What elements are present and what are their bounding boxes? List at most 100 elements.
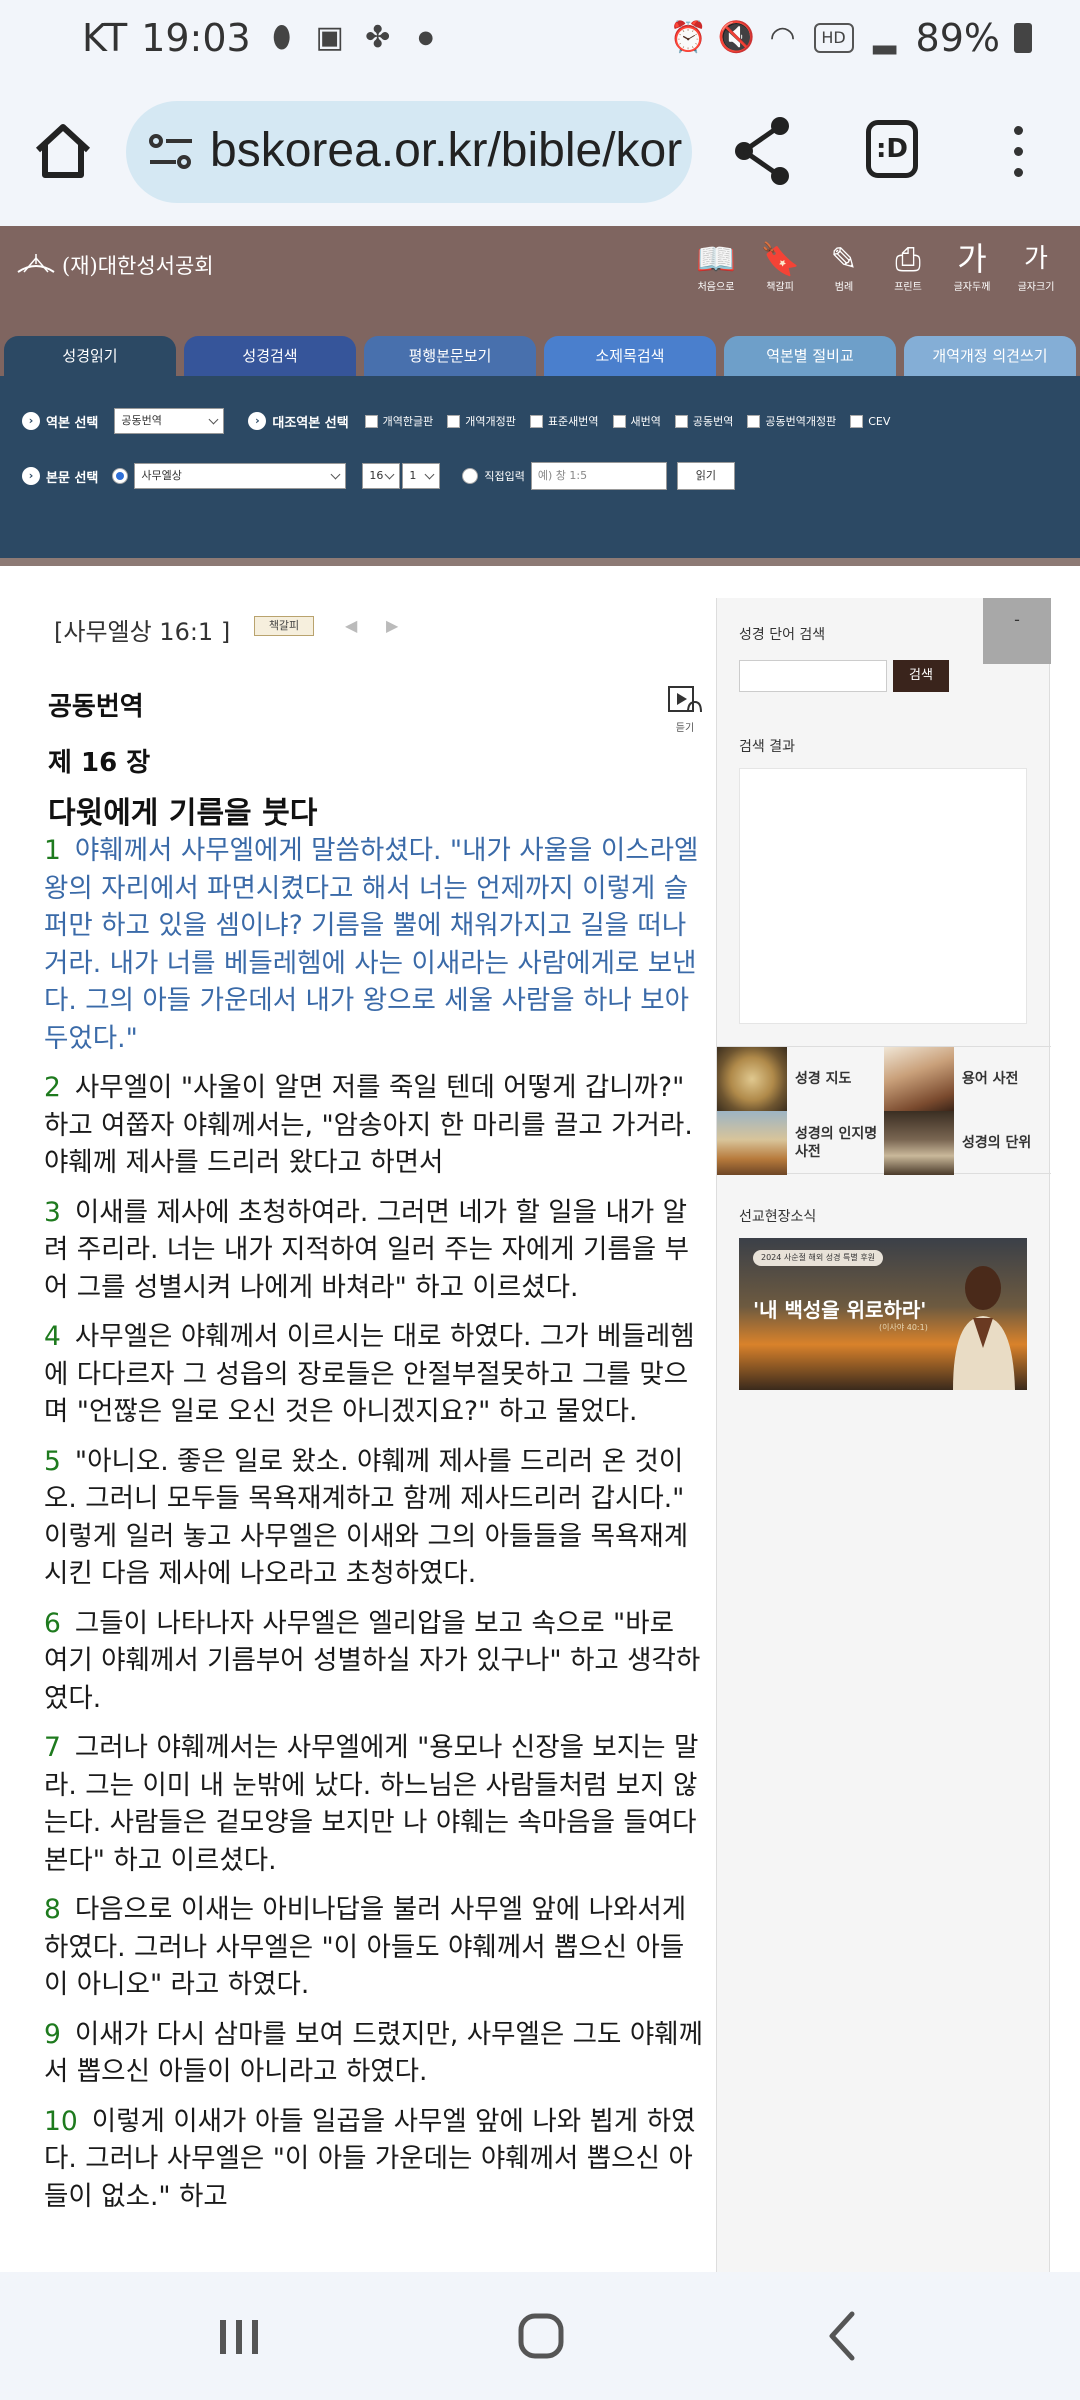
direct-label: 직접입력	[484, 470, 525, 483]
dot-icon	[1013, 147, 1023, 156]
tool-font-size[interactable]: 가 글자크기	[1010, 236, 1062, 294]
home-button[interactable]	[30, 118, 96, 184]
checkbox-compare-2[interactable]	[447, 414, 461, 428]
alarm-icon: ⏰	[669, 20, 707, 55]
bookmark-icon: 🔖	[760, 240, 800, 278]
checkbox-compare-7[interactable]	[850, 414, 864, 428]
word-search-input[interactable]	[739, 660, 887, 692]
tool-label: 프린트	[894, 282, 922, 293]
tab-opinion[interactable]: 개역개정 의견쓰기	[904, 336, 1076, 376]
tab-parallel[interactable]: 평행본문보기	[364, 336, 536, 376]
verse: 2 사무엘이 "사울이 알면 저를 죽일 텐데 어떻게 갑니까?" 하고 여쭙자 …	[44, 1069, 704, 1182]
image-icon: ▣	[315, 20, 344, 55]
collapse-button[interactable]: -	[983, 598, 1051, 664]
text-label: 본문 선택	[46, 470, 99, 486]
arrow-icon: ›	[248, 412, 267, 430]
checkbox-label: 새번역	[630, 415, 661, 428]
tab-subtitle-search[interactable]: 소제목검색	[544, 336, 716, 376]
browser-toolbar: bskorea.or.kr/bible/kor :D	[0, 76, 1080, 226]
next-arrow-icon[interactable]: ▶	[386, 616, 398, 635]
chapter-select[interactable]: 16	[362, 463, 401, 489]
quick-link-units[interactable]: 성경의 단위	[884, 1111, 1051, 1175]
url-text[interactable]: bskorea.or.kr/bible/kor	[210, 123, 682, 178]
tab-switcher-button[interactable]: :D	[866, 120, 918, 178]
verse-list: 1 야훼께서 사무엘에게 말씀하셨다. "내가 사울을 이스라엘 왕의 자리에서 …	[44, 832, 704, 2227]
tab-verse-compare[interactable]: 역본별 절비교	[724, 336, 896, 376]
checkbox-label: 개역한글판	[382, 415, 434, 428]
dot-icon: ●	[417, 27, 434, 48]
site-settings-icon[interactable]	[148, 131, 194, 173]
verse-number: 4	[44, 1321, 61, 1352]
tab-read[interactable]: 성경읽기	[4, 336, 176, 376]
verse: 4 사무엘은 야훼께서 이르시는 대로 하였다. 그가 베들레헴에 다다르자 그 …	[44, 1318, 704, 1431]
recent-apps-icon[interactable]	[204, 2306, 274, 2366]
radio-direct-input[interactable]	[462, 468, 479, 484]
version-name: 공동번역	[48, 692, 144, 722]
version-select[interactable]: 공동번역	[114, 408, 225, 434]
site-header: (재)대한성서공회 📖 처음으로 🔖 책갈피 ✎ 범례 ⎙ 프린트 가글자두께 가 글자크…	[0, 226, 1080, 376]
verse-number: 6	[44, 1607, 61, 1639]
verse-number: 2	[44, 1072, 61, 1103]
address-bar[interactable]: bskorea.or.kr/bible/kor	[126, 101, 692, 203]
browser-menu-button[interactable]	[1000, 120, 1036, 186]
mission-banner[interactable]: 2024 사순절 해외 성경 특별 후원 '내 백성을 위로하라' (이사야 4…	[739, 1238, 1027, 1390]
tool-bold[interactable]: 가글자두께	[946, 236, 998, 294]
verse-number: 1	[44, 835, 61, 866]
checkbox-label: CEV	[868, 414, 891, 428]
tab-search[interactable]: 성경검색	[184, 336, 356, 376]
banner-title: '내 백성을 위로하라'	[753, 1298, 927, 1322]
site-logo[interactable]: (재)대한성서공회	[16, 250, 214, 280]
web-page: (재)대한성서공회 📖 처음으로 🔖 책갈피 ✎ 범례 ⎙ 프린트 가글자두께 가 글자크…	[0, 226, 1080, 2272]
verse-reference: [사무엘상 16:1 ]	[54, 618, 231, 646]
verse-text: 이렇게 이새가 아들 일곱을 사무엘 앞에 나와 뵙게 하였다. 그러나 사무엘…	[44, 2105, 696, 2212]
checkbox-compare-1[interactable]	[364, 414, 378, 428]
text-row: › 본문 선택 사무엘상 16 1 직접입력 예) 창 1:5 읽기	[22, 462, 735, 490]
tool-bookmark[interactable]: 🔖 책갈피	[754, 236, 806, 294]
read-button[interactable]: 읽기	[676, 462, 735, 490]
divider	[0, 558, 1080, 566]
verse: 9 이새가 다시 삼마를 보여 드렸지만, 사무엘은 그도 야훼께서 뽑으신 아들…	[44, 2016, 704, 2091]
praying-woman-image	[953, 1266, 1015, 1390]
verse-select[interactable]: 1	[402, 463, 441, 489]
checkbox-compare-5[interactable]	[674, 414, 688, 428]
bookmark-button[interactable]: 책갈피	[254, 616, 314, 636]
back-icon[interactable]	[808, 2306, 878, 2366]
home-icon	[35, 124, 91, 178]
pill-icon: ⬮	[272, 20, 292, 55]
book-select[interactable]: 사무엘상	[134, 463, 347, 489]
checkbox-compare-6[interactable]	[747, 414, 761, 428]
main-tabs: 성경읽기 성경검색 평행본문보기 소제목검색 역본별 절비교 개역개정 의견쓰기	[0, 336, 1080, 376]
checkbox-compare-3[interactable]	[529, 414, 543, 428]
verse-number: 8	[44, 1894, 61, 1925]
tool-home[interactable]: 📖 처음으로	[690, 236, 742, 294]
verse: 6 그들이 나타나자 사무엘은 엘리압을 보고 속으로 "바로 여기 야훼께서 기…	[44, 1605, 704, 1718]
verse: 1 야훼께서 사무엘에게 말씀하셨다. "내가 사울을 이스라엘 왕의 자리에서 …	[44, 832, 704, 1057]
quick-link-dictionary[interactable]: 용어 사전	[884, 1047, 1051, 1111]
listen-label: 듣기	[675, 723, 695, 734]
tool-label: 글자두께	[953, 282, 991, 293]
tool-label: 범례	[834, 282, 854, 293]
section-heading: 다윗에게 기름을 붓다	[48, 796, 318, 831]
radio-book-select[interactable]	[112, 468, 129, 484]
verse-number: 10	[44, 2105, 78, 2137]
dot-icon	[1013, 126, 1023, 135]
tool-label: 책갈피	[766, 282, 794, 293]
audio-play-icon	[668, 686, 702, 713]
mute-icon: 🔇	[717, 20, 755, 55]
tool-print[interactable]: ⎙ 프린트	[882, 236, 934, 294]
quick-links: 성경 지도 용어 사전 성경의 인지명 사전 성경의 단위	[717, 1046, 1051, 1175]
book-icon: 📖	[696, 240, 736, 278]
word-search-button[interactable]: 검색	[893, 660, 949, 692]
status-right: ⏰ 🔇 ◠ HD ▂ 89%	[670, 16, 1032, 60]
banner-pill: 2024 사순절 해외 성경 특별 후원	[753, 1250, 884, 1266]
share-button[interactable]	[730, 112, 794, 190]
checkbox-compare-4[interactable]	[612, 414, 626, 428]
quick-link-names[interactable]: 성경의 인지명 사전	[717, 1111, 884, 1175]
listen-button[interactable]: 듣기	[668, 686, 702, 734]
home-nav-icon[interactable]	[506, 2306, 576, 2366]
font-large-icon: 가	[957, 240, 987, 278]
direct-input[interactable]: 예) 창 1:5	[530, 462, 667, 490]
tool-legend[interactable]: ✎ 범례	[818, 236, 870, 294]
prev-arrow-icon[interactable]: ◀	[345, 616, 357, 635]
quick-link-map[interactable]: 성경 지도	[717, 1047, 884, 1111]
